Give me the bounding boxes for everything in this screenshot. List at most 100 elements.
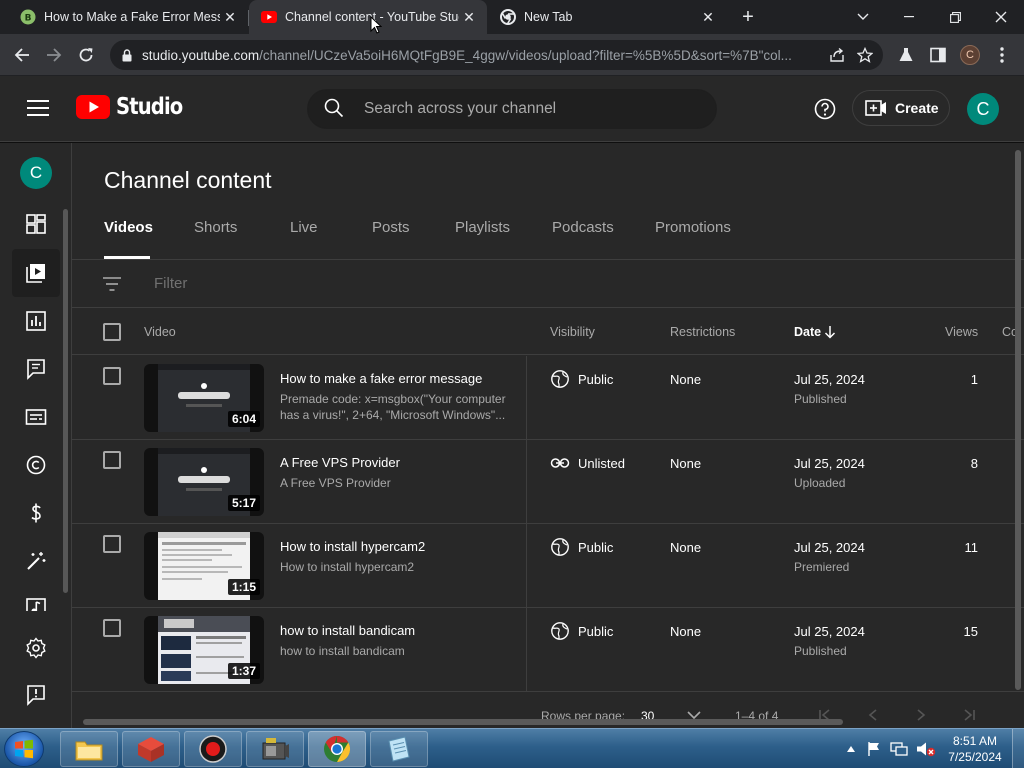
column-divider <box>526 440 527 524</box>
col-restrictions[interactable]: Restrictions <box>670 325 735 339</box>
youtube-studio-logo[interactable]: Studio <box>76 94 194 120</box>
visibility-cell[interactable]: Public <box>550 537 613 557</box>
col-date[interactable]: Date <box>794 325 821 339</box>
tab-shorts[interactable]: Shorts <box>194 219 246 259</box>
tab-promotions[interactable]: Promotions <box>655 219 737 259</box>
browser-tab-2[interactable]: Channel content - YouTube Stud ✕ <box>249 0 487 34</box>
tab-videos[interactable]: Videos <box>104 219 153 259</box>
sidebar-item-customization[interactable] <box>12 537 60 585</box>
filter-icon[interactable] <box>102 276 122 291</box>
video-thumbnail[interactable]: 1:15 <box>144 532 264 600</box>
video-title[interactable]: How to make a fake error message <box>280 371 482 386</box>
close-tab-icon[interactable]: ✕ <box>220 7 240 27</box>
visibility-cell[interactable]: Unlisted <box>550 453 625 473</box>
create-button[interactable]: Create <box>852 90 950 126</box>
sidebar-item-copyright[interactable] <box>12 441 60 489</box>
sort-down-arrow-icon[interactable] <box>824 325 836 339</box>
visibility-label: Public <box>578 623 614 639</box>
channel-avatar[interactable]: C <box>20 157 52 189</box>
row-checkbox[interactable] <box>103 367 121 385</box>
sidebar-item-audio-library[interactable] <box>12 583 60 611</box>
table-row[interactable]: 5:17 A Free VPS Provider A Free VPS Prov… <box>72 440 1024 524</box>
tab-posts[interactable]: Posts <box>372 219 412 259</box>
video-thumbnail[interactable]: 5:17 <box>144 448 264 516</box>
col-views[interactable]: Views <box>945 325 978 339</box>
horizontal-scrollbar[interactable] <box>83 719 843 725</box>
forward-arrow-icon[interactable] <box>40 41 68 69</box>
video-thumbnail[interactable]: 1:37 <box>144 616 264 684</box>
row-checkbox[interactable] <box>103 619 121 637</box>
extensions-flask-icon[interactable] <box>892 41 920 69</box>
filter-input[interactable] <box>154 275 353 292</box>
minimize-icon[interactable] <box>886 0 932 34</box>
video-description: how to install bandicam <box>280 644 405 658</box>
share-icon[interactable] <box>823 41 851 69</box>
tab-playlists[interactable]: Playlists <box>455 219 513 259</box>
start-button[interactable] <box>4 731 44 767</box>
taskbar-explorer[interactable] <box>60 731 118 767</box>
back-arrow-icon[interactable] <box>8 41 36 69</box>
new-tab-plus-icon[interactable]: + <box>736 5 760 29</box>
browser-tab-3[interactable]: New Tab ✕ <box>488 0 726 34</box>
address-bar[interactable]: studio.youtube.com/channel/UCzeVa5oiH6MQ… <box>110 40 883 70</box>
close-tab-icon[interactable]: ✕ <box>459 7 479 27</box>
taskbar-camera-app[interactable] <box>246 731 304 767</box>
sidebar-item-settings[interactable] <box>12 624 60 672</box>
restore-window-icon[interactable] <box>932 0 978 34</box>
rows-dropdown-chevron-icon[interactable] <box>687 711 701 719</box>
row-checkbox[interactable] <box>103 451 121 469</box>
last-page-icon[interactable] <box>962 709 976 721</box>
sidebar-item-subtitles[interactable] <box>12 393 60 441</box>
action-center-flag-icon[interactable] <box>866 741 882 757</box>
show-hidden-icons-arrow-icon[interactable] <box>846 745 856 753</box>
close-window-icon[interactable] <box>978 0 1024 34</box>
network-icon[interactable] <box>890 741 908 757</box>
table-row[interactable]: 1:15 How to install hypercam2 How to ins… <box>72 524 1024 608</box>
sidebar-item-comments[interactable] <box>12 345 60 393</box>
table-row[interactable]: 6:04 How to make a fake error message Pr… <box>72 356 1024 440</box>
search-input[interactable] <box>364 100 684 118</box>
sidebar-item-feedback[interactable] <box>12 671 60 719</box>
row-checkbox[interactable] <box>103 535 121 553</box>
table-row[interactable]: 1:37 how to install bandicam how to inst… <box>72 608 1024 692</box>
profile-button[interactable]: C <box>956 41 984 69</box>
tab-live[interactable]: Live <box>290 219 328 259</box>
taskbar-chrome[interactable] <box>308 731 366 767</box>
close-tab-icon[interactable]: ✕ <box>698 7 718 27</box>
taskbar-clock[interactable]: 8:51 AM 7/25/2024 <box>944 733 1006 765</box>
taskbar-recorder[interactable] <box>184 731 242 767</box>
help-icon[interactable] <box>813 97 837 121</box>
channel-search-box[interactable] <box>307 89 717 129</box>
lock-icon[interactable] <box>122 48 132 62</box>
sidebar-item-dashboard[interactable] <box>12 200 60 248</box>
taskbar-notepad[interactable] <box>370 731 428 767</box>
tab-podcasts[interactable]: Podcasts <box>552 219 616 259</box>
video-thumbnail[interactable]: 6:04 <box>144 364 264 432</box>
sidebar-item-content[interactable] <box>12 249 60 297</box>
col-visibility[interactable]: Visibility <box>550 325 595 339</box>
next-page-icon[interactable] <box>916 709 926 721</box>
video-title[interactable]: how to install bandicam <box>280 623 415 638</box>
prev-page-icon[interactable] <box>868 709 878 721</box>
browser-tab-1[interactable]: B How to Make a Fake Error Messa ✕ <box>8 0 248 34</box>
taskbar-app-red[interactable] <box>122 731 180 767</box>
bookmark-star-icon[interactable] <box>851 41 879 69</box>
sidebar-item-earn[interactable] <box>12 489 60 537</box>
tab-search-chevron-icon[interactable] <box>840 0 886 34</box>
browser-menu-kebab-icon[interactable] <box>988 41 1016 69</box>
volume-muted-icon[interactable] <box>916 741 936 757</box>
account-avatar[interactable]: C <box>967 93 999 125</box>
vertical-scrollbar[interactable] <box>1015 150 1021 690</box>
select-all-checkbox[interactable] <box>103 323 121 341</box>
side-panel-icon[interactable] <box>924 41 952 69</box>
sidebar-item-analytics[interactable] <box>12 297 60 345</box>
sidebar-scrollbar[interactable] <box>63 209 68 593</box>
copyright-icon <box>26 455 46 475</box>
visibility-cell[interactable]: Public <box>550 621 613 641</box>
video-title[interactable]: A Free VPS Provider <box>280 455 400 470</box>
video-title[interactable]: How to install hypercam2 <box>280 539 425 554</box>
reload-icon[interactable] <box>72 41 100 69</box>
show-desktop-button[interactable] <box>1012 729 1024 768</box>
hamburger-menu-icon[interactable] <box>24 96 52 120</box>
visibility-cell[interactable]: Public <box>550 369 613 389</box>
